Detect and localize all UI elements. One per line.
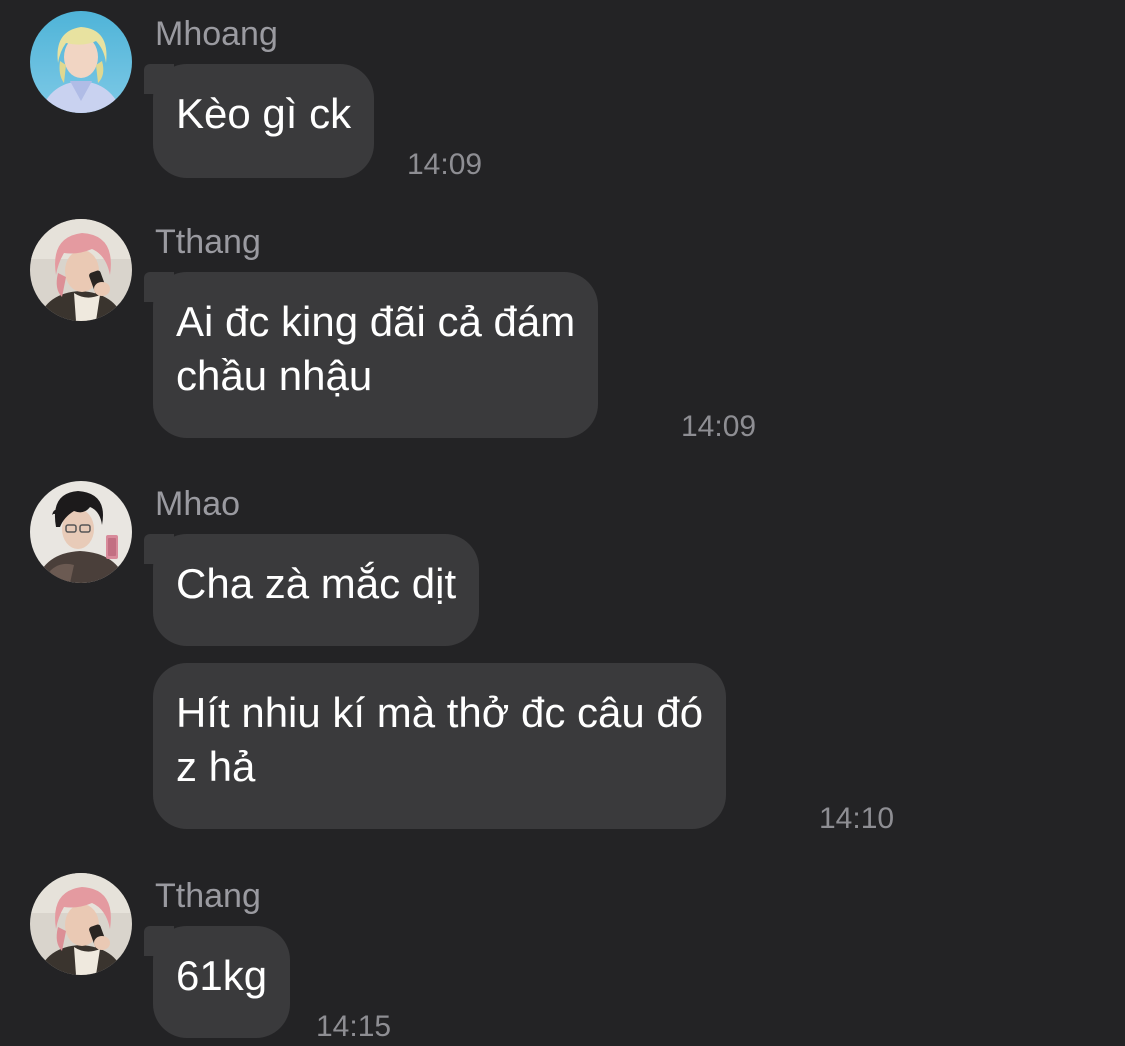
message-text: Kèo gì ck: [176, 90, 352, 137]
avatar-pink-hair-phone-photo-icon[interactable]: [30, 873, 132, 975]
message-text-line: chầu nhậu: [176, 352, 373, 399]
avatar-pink-hair-phone-photo-icon[interactable]: [30, 219, 132, 321]
message-bubble[interactable]: Ai đc king đãi cả đám chầu nhậu: [143, 272, 599, 438]
message-timestamp: 14:09: [407, 148, 483, 181]
message-text: Cha zà mắc dịt: [176, 560, 457, 607]
message-text-line: Ai đc king đãi cả đám: [176, 298, 576, 345]
message-text-line: z hả: [176, 743, 256, 790]
message-bubble[interactable]: Hít nhiu kí mà thở đc câu đó z hả: [153, 663, 727, 829]
message-timestamp: 14:09: [681, 410, 757, 443]
avatar-dark-hair-selfie-photo-icon[interactable]: [30, 481, 132, 583]
message-timestamp: 14:15: [316, 1010, 392, 1043]
message-text: 61kg: [176, 952, 268, 999]
message-bubble[interactable]: Kèo gì ck: [143, 64, 375, 178]
sender-name: Mhao: [155, 485, 241, 523]
sender-name: Mhoang: [155, 15, 278, 53]
message-bubble[interactable]: Cha zà mắc dịt: [143, 534, 480, 646]
sender-name: Tthang: [155, 877, 261, 915]
message-bubble[interactable]: 61kg: [143, 926, 291, 1038]
message-text-line: Hít nhiu kí mà thở đc câu đó: [176, 689, 704, 736]
message-timestamp: 14:10: [819, 802, 895, 835]
chat-message-list[interactable]: Mhoang Kèo gì ck 14:09 Tthang Ai đc king…: [0, 0, 1125, 1046]
avatar-blonde-hair-photo-icon[interactable]: [30, 11, 132, 113]
sender-name: Tthang: [155, 223, 261, 261]
